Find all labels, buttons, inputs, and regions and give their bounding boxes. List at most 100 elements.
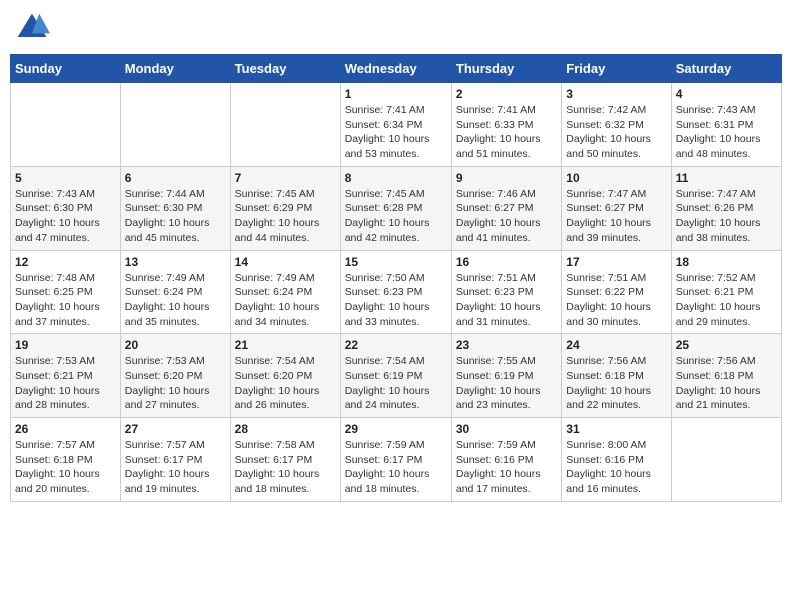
day-number: 15: [345, 255, 447, 269]
day-header-tuesday: Tuesday: [230, 55, 340, 83]
calendar-week-row: 1 Sunrise: 7:41 AM Sunset: 6:34 PM Daylig…: [11, 83, 782, 167]
logo: [14, 10, 54, 46]
day-number: 14: [235, 255, 336, 269]
day-info: Sunrise: 7:50 AM Sunset: 6:23 PM Dayligh…: [345, 271, 447, 330]
calendar-cell: 8 Sunrise: 7:45 AM Sunset: 6:28 PM Daylig…: [340, 166, 451, 250]
day-info: Sunrise: 7:58 AM Sunset: 6:17 PM Dayligh…: [235, 438, 336, 497]
calendar-cell: 26 Sunrise: 7:57 AM Sunset: 6:18 PM Dayli…: [11, 418, 121, 502]
day-info: Sunrise: 7:51 AM Sunset: 6:23 PM Dayligh…: [456, 271, 557, 330]
day-info: Sunrise: 7:54 AM Sunset: 6:20 PM Dayligh…: [235, 354, 336, 413]
day-number: 1: [345, 87, 447, 101]
calendar-week-row: 26 Sunrise: 7:57 AM Sunset: 6:18 PM Dayli…: [11, 418, 782, 502]
day-number: 11: [676, 171, 777, 185]
day-info: Sunrise: 7:49 AM Sunset: 6:24 PM Dayligh…: [235, 271, 336, 330]
calendar-cell: 6 Sunrise: 7:44 AM Sunset: 6:30 PM Daylig…: [120, 166, 230, 250]
calendar-cell: 28Sunrise: 7:58 AM Sunset: 6:17 PM Dayli…: [230, 418, 340, 502]
calendar-cell: [120, 83, 230, 167]
calendar-cell: 13 Sunrise: 7:49 AM Sunset: 6:24 PM Dayli…: [120, 250, 230, 334]
day-info: Sunrise: 7:56 AM Sunset: 6:18 PM Dayligh…: [676, 354, 777, 413]
day-number: 17: [566, 255, 666, 269]
day-info: Sunrise: 7:45 AM Sunset: 6:29 PM Dayligh…: [235, 187, 336, 246]
day-number: 8: [345, 171, 447, 185]
day-info: Sunrise: 7:59 AM Sunset: 6:17 PM Dayligh…: [345, 438, 447, 497]
day-info: Sunrise: 7:52 AM Sunset: 6:21 PM Dayligh…: [676, 271, 777, 330]
day-number: 18: [676, 255, 777, 269]
calendar-cell: 3 Sunrise: 7:42 AM Sunset: 6:32 PM Daylig…: [562, 83, 671, 167]
day-number: 2: [456, 87, 557, 101]
day-number: 31: [566, 422, 666, 436]
day-number: 26: [15, 422, 116, 436]
day-number: 13: [125, 255, 226, 269]
day-info: Sunrise: 7:54 AM Sunset: 6:19 PM Dayligh…: [345, 354, 447, 413]
calendar-cell: 5 Sunrise: 7:43 AM Sunset: 6:30 PM Daylig…: [11, 166, 121, 250]
day-info: Sunrise: 7:49 AM Sunset: 6:24 PM Dayligh…: [125, 271, 226, 330]
day-info: Sunrise: 7:44 AM Sunset: 6:30 PM Dayligh…: [125, 187, 226, 246]
calendar-cell: 18 Sunrise: 7:52 AM Sunset: 6:21 PM Dayli…: [671, 250, 781, 334]
day-number: 27: [125, 422, 226, 436]
day-info: Sunrise: 7:53 AM Sunset: 6:21 PM Dayligh…: [15, 354, 116, 413]
day-header-monday: Monday: [120, 55, 230, 83]
day-header-sunday: Sunday: [11, 55, 121, 83]
calendar-cell: 17 Sunrise: 7:51 AM Sunset: 6:22 PM Dayli…: [562, 250, 671, 334]
day-info: Sunrise: 7:48 AM Sunset: 6:25 PM Dayligh…: [15, 271, 116, 330]
day-number: 16: [456, 255, 557, 269]
day-header-saturday: Saturday: [671, 55, 781, 83]
day-number: 6: [125, 171, 226, 185]
calendar-week-row: 5 Sunrise: 7:43 AM Sunset: 6:30 PM Daylig…: [11, 166, 782, 250]
day-info: Sunrise: 7:46 AM Sunset: 6:27 PM Dayligh…: [456, 187, 557, 246]
day-number: 29: [345, 422, 447, 436]
calendar-header-row: SundayMondayTuesdayWednesdayThursdayFrid…: [11, 55, 782, 83]
day-info: Sunrise: 7:55 AM Sunset: 6:19 PM Dayligh…: [456, 354, 557, 413]
day-info: Sunrise: 8:00 AM Sunset: 6:16 PM Dayligh…: [566, 438, 666, 497]
calendar-cell: 1 Sunrise: 7:41 AM Sunset: 6:34 PM Daylig…: [340, 83, 451, 167]
calendar-cell: 9 Sunrise: 7:46 AM Sunset: 6:27 PM Daylig…: [451, 166, 561, 250]
day-number: 25: [676, 338, 777, 352]
day-number: 20: [125, 338, 226, 352]
calendar-week-row: 12 Sunrise: 7:48 AM Sunset: 6:25 PM Dayli…: [11, 250, 782, 334]
calendar-cell: 11Sunrise: 7:47 AM Sunset: 6:26 PM Dayli…: [671, 166, 781, 250]
calendar-cell: 14 Sunrise: 7:49 AM Sunset: 6:24 PM Dayli…: [230, 250, 340, 334]
day-number: 4: [676, 87, 777, 101]
calendar-cell: 16 Sunrise: 7:51 AM Sunset: 6:23 PM Dayli…: [451, 250, 561, 334]
day-number: 30: [456, 422, 557, 436]
day-number: 5: [15, 171, 116, 185]
calendar-cell: 19 Sunrise: 7:53 AM Sunset: 6:21 PM Dayli…: [11, 334, 121, 418]
day-info: Sunrise: 7:53 AM Sunset: 6:20 PM Dayligh…: [125, 354, 226, 413]
day-info: Sunrise: 7:41 AM Sunset: 6:33 PM Dayligh…: [456, 103, 557, 162]
day-number: 22: [345, 338, 447, 352]
calendar-cell: 15 Sunrise: 7:50 AM Sunset: 6:23 PM Dayli…: [340, 250, 451, 334]
calendar-cell: [230, 83, 340, 167]
calendar-cell: 20 Sunrise: 7:53 AM Sunset: 6:20 PM Dayli…: [120, 334, 230, 418]
calendar-cell: 27 Sunrise: 7:57 AM Sunset: 6:17 PM Dayli…: [120, 418, 230, 502]
day-number: 7: [235, 171, 336, 185]
logo-icon: [14, 10, 50, 46]
calendar-cell: 25 Sunrise: 7:56 AM Sunset: 6:18 PM Dayli…: [671, 334, 781, 418]
calendar-cell: 30 Sunrise: 7:59 AM Sunset: 6:16 PM Dayli…: [451, 418, 561, 502]
calendar-cell: [11, 83, 121, 167]
calendar-cell: 29 Sunrise: 7:59 AM Sunset: 6:17 PM Dayli…: [340, 418, 451, 502]
calendar-cell: 22 Sunrise: 7:54 AM Sunset: 6:19 PM Dayli…: [340, 334, 451, 418]
day-number: 21: [235, 338, 336, 352]
day-number: 9: [456, 171, 557, 185]
day-number: 23: [456, 338, 557, 352]
calendar-cell: 2 Sunrise: 7:41 AM Sunset: 6:33 PM Daylig…: [451, 83, 561, 167]
day-info: Sunrise: 7:59 AM Sunset: 6:16 PM Dayligh…: [456, 438, 557, 497]
calendar-cell: 12 Sunrise: 7:48 AM Sunset: 6:25 PM Dayli…: [11, 250, 121, 334]
day-info: Sunrise: 7:45 AM Sunset: 6:28 PM Dayligh…: [345, 187, 447, 246]
calendar-cell: 23 Sunrise: 7:55 AM Sunset: 6:19 PM Dayli…: [451, 334, 561, 418]
day-info: Sunrise: 7:57 AM Sunset: 6:17 PM Dayligh…: [125, 438, 226, 497]
day-info: Sunrise: 7:43 AM Sunset: 6:30 PM Dayligh…: [15, 187, 116, 246]
day-header-friday: Friday: [562, 55, 671, 83]
day-info: Sunrise: 7:42 AM Sunset: 6:32 PM Dayligh…: [566, 103, 666, 162]
day-number: 12: [15, 255, 116, 269]
day-info: Sunrise: 7:51 AM Sunset: 6:22 PM Dayligh…: [566, 271, 666, 330]
day-number: 19: [15, 338, 116, 352]
day-info: Sunrise: 7:41 AM Sunset: 6:34 PM Dayligh…: [345, 103, 447, 162]
day-info: Sunrise: 7:47 AM Sunset: 6:27 PM Dayligh…: [566, 187, 666, 246]
calendar-table: SundayMondayTuesdayWednesdayThursdayFrid…: [10, 54, 782, 502]
day-number: 3: [566, 87, 666, 101]
calendar-week-row: 19 Sunrise: 7:53 AM Sunset: 6:21 PM Dayli…: [11, 334, 782, 418]
day-info: Sunrise: 7:57 AM Sunset: 6:18 PM Dayligh…: [15, 438, 116, 497]
calendar-cell: 31 Sunrise: 8:00 AM Sunset: 6:16 PM Dayli…: [562, 418, 671, 502]
calendar-cell: 10Sunrise: 7:47 AM Sunset: 6:27 PM Dayli…: [562, 166, 671, 250]
